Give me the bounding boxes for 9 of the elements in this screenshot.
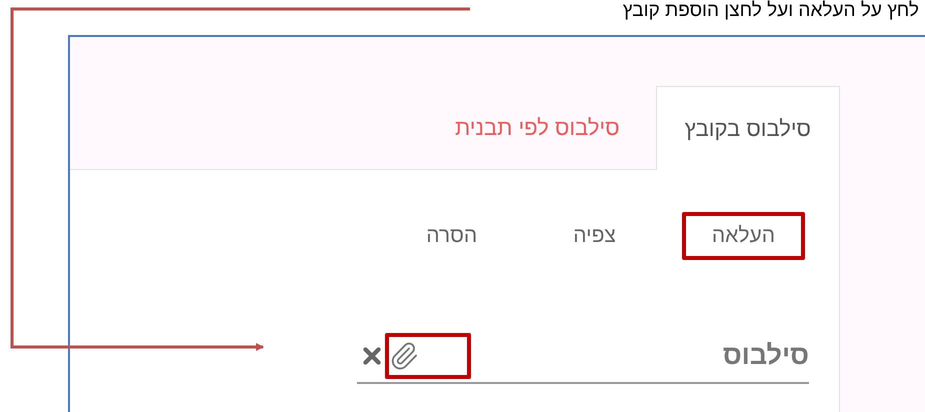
paperclip-icon <box>389 340 419 370</box>
action-link[interactable]: צפיה <box>543 212 646 260</box>
action-link[interactable]: הסרה <box>396 212 508 260</box>
field-label: סילבוס <box>722 339 809 372</box>
action-link[interactable]: העלאה <box>682 212 805 260</box>
tab[interactable]: סילבוס לפי תבנית <box>418 85 656 169</box>
attach-button[interactable] <box>385 332 471 378</box>
instruction-text: לחץ על העלאה ועל לחצן הוספת קובץ <box>622 0 919 22</box>
tab[interactable]: סילבוס בקובץ <box>656 86 840 170</box>
